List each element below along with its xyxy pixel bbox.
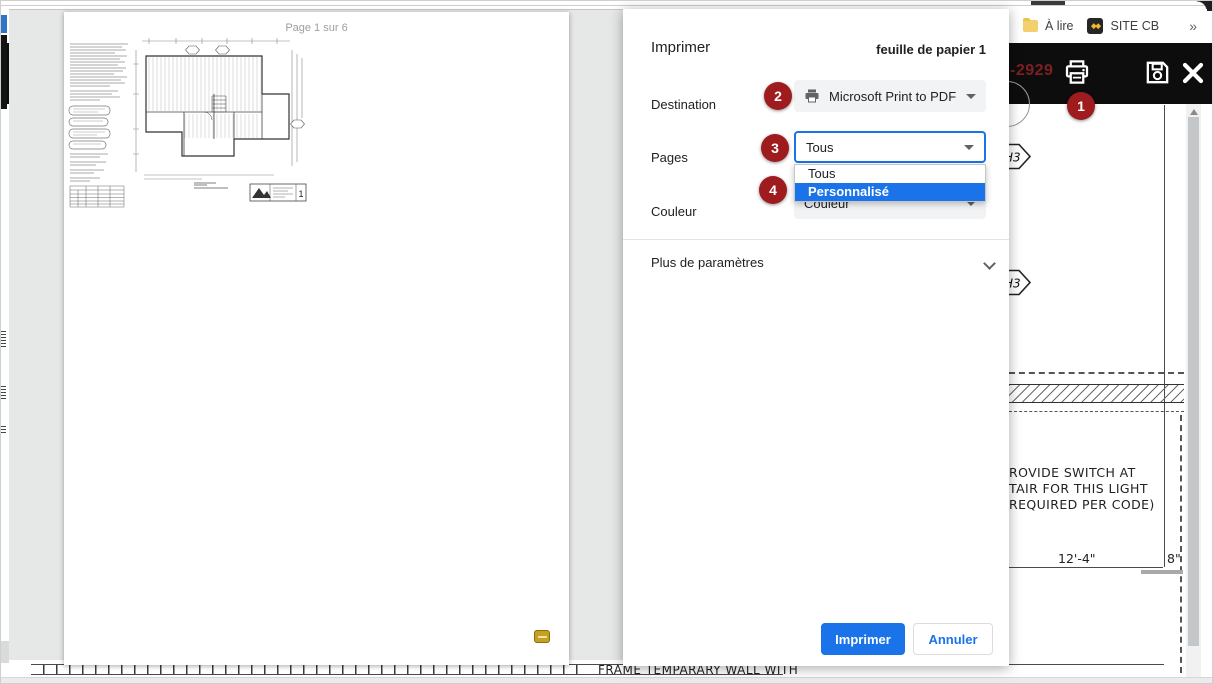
dimension-line-thick	[1141, 570, 1183, 574]
printer-icon	[804, 88, 820, 104]
blueprint-vertical-line	[1164, 105, 1165, 567]
title-block: 1	[250, 184, 306, 201]
left-edge-text-mark	[1, 385, 6, 399]
site-cb-favicon: ◆◆	[1087, 18, 1103, 34]
bookmark-read-later[interactable]: À lire	[1023, 19, 1073, 33]
pages-label: Pages	[651, 150, 688, 165]
dimension-8: 8"	[1167, 551, 1181, 566]
blueprint-thumbnail: 1	[64, 34, 569, 229]
bookmark-read-later-label: À lire	[1045, 19, 1073, 33]
screen: À lire ◆◆ SITE CB » -2929 H3 H3 ROVID	[0, 0, 1213, 684]
step-badge-2: 2	[764, 82, 792, 110]
bookmark-site-cb-label: SITE CB	[1110, 19, 1159, 33]
note-callouts	[69, 106, 110, 149]
note-text-line3: REQUIRED PER CODE)	[1009, 497, 1155, 512]
save-icon[interactable]	[1143, 58, 1172, 87]
destination-value: Microsoft Print to PDF	[829, 89, 956, 104]
cancel-button[interactable]: Annuler	[913, 623, 993, 655]
scrollbar-thumb[interactable]	[1188, 117, 1199, 646]
folder-icon	[1023, 20, 1038, 32]
more-settings-row[interactable]: Plus de paramètres	[623, 249, 1009, 279]
preview-page: Page 1 sur 6	[64, 12, 569, 665]
chevron-down-icon	[985, 259, 994, 268]
left-edge-text-mark	[1, 329, 6, 347]
window-top-border	[1, 5, 1206, 6]
more-settings-label: Plus de paramètres	[651, 255, 764, 270]
dashed-line-vertical	[1180, 415, 1182, 673]
step-badge-3: 3	[761, 134, 789, 162]
left-edge-gray-fragment	[1, 641, 9, 663]
dialog-divider	[623, 239, 1009, 240]
scroll-up-arrow-icon[interactable]	[1190, 109, 1198, 115]
left-edge-text-mark	[1, 425, 6, 433]
bottom-drawing-ticks	[43, 665, 588, 674]
note-text-line2: TAIR FOR THIS LIGHT	[1009, 481, 1148, 496]
print-dialog: Imprimer feuille de papier 1 Destination…	[623, 9, 1009, 666]
left-edge-black-fragment	[1, 35, 7, 109]
schedule-table	[70, 186, 124, 207]
notes-text-lines	[70, 44, 128, 100]
bookmarks-bar: À lire ◆◆ SITE CB »	[1009, 9, 1207, 43]
pages-option-all[interactable]: Tous	[795, 165, 985, 183]
joist-hatching	[147, 57, 261, 111]
dashed-line-lower	[1009, 411, 1184, 412]
bookmark-site-cb[interactable]: ◆◆ SITE CB	[1087, 18, 1159, 34]
sheet-count: feuille de papier 1	[876, 42, 986, 57]
pages-option-custom[interactable]: Personnalisé	[795, 183, 985, 201]
page-indicator: Page 1 sur 6	[64, 22, 569, 34]
pages-select[interactable]: Tous	[794, 131, 986, 163]
pages-value: Tous	[806, 140, 833, 155]
bookmarks-overflow-chevron[interactable]: »	[1189, 18, 1197, 34]
pages-dropdown-list: Tous Personnalisé	[794, 164, 986, 202]
dimension-line	[1009, 567, 1163, 568]
step-badge-4: 4	[759, 176, 787, 204]
step-badge-1: 1	[1067, 92, 1095, 120]
caret-down-icon	[964, 145, 974, 150]
destination-select[interactable]: Microsoft Print to PDF	[794, 80, 986, 112]
plan-title-label	[194, 183, 228, 188]
note-text-line1: ROVIDE SWITCH AT	[1009, 465, 1136, 480]
print-button[interactable]: Imprimer	[821, 623, 905, 655]
bottom-gray-band	[1, 677, 1213, 684]
dashed-line-upper	[1009, 372, 1184, 374]
dimension-12-4: 12'-4"	[1058, 551, 1096, 566]
wall-hatch-band	[1009, 384, 1184, 403]
caret-down-icon	[966, 94, 976, 99]
close-icon[interactable]	[1181, 61, 1205, 85]
title-block-page-number: 1	[299, 189, 304, 199]
color-label: Couleur	[651, 204, 697, 219]
annotation-note-icon	[534, 630, 550, 643]
toolbar-text-fragment: -2929	[1010, 62, 1053, 80]
print-preview-pane: Page 1 sur 6	[9, 9, 623, 660]
joist-hatching-2	[184, 114, 260, 138]
dialog-title: Imprimer	[651, 39, 710, 56]
destination-label: Destination	[651, 97, 716, 112]
tab-strip-fragment	[1031, 1, 1065, 5]
left-edge-blue-fragment	[1, 15, 7, 33]
print-icon[interactable]	[1062, 57, 1092, 87]
